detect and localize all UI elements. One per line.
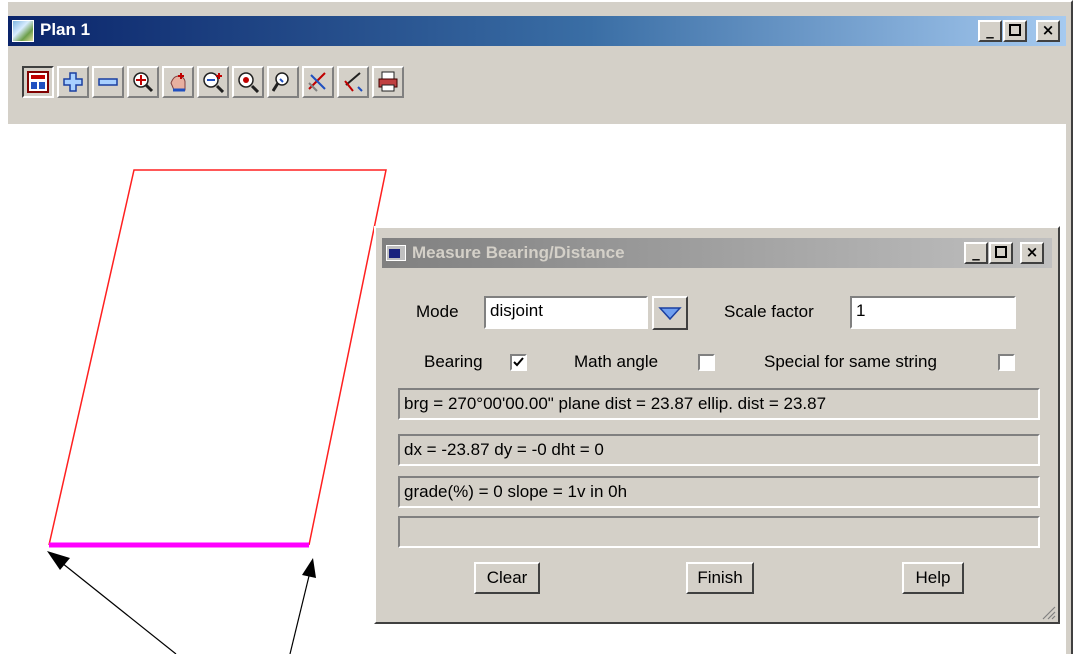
resize-grip-icon[interactable] bbox=[1040, 604, 1056, 620]
mode-select[interactable]: disjoint bbox=[484, 296, 648, 329]
arrowhead-right bbox=[302, 558, 316, 578]
maximize-icon bbox=[995, 246, 1007, 258]
math-angle-label: Math angle bbox=[574, 352, 659, 371]
mode-dropdown-button[interactable] bbox=[652, 296, 688, 330]
grade-readout: grade(%) = 0 slope = 1v in 0h bbox=[398, 476, 1040, 508]
dialog-title: Measure Bearing/Distance bbox=[412, 243, 625, 262]
dialog-icon bbox=[386, 245, 406, 261]
special-same-string-checkbox[interactable] bbox=[998, 354, 1015, 371]
empty-readout bbox=[398, 516, 1040, 548]
bearing-label: Bearing bbox=[424, 352, 483, 371]
chevron-down-icon bbox=[658, 307, 682, 321]
bearing-distance-readout: brg = 270°00'00.00" plane dist = 23.87 e… bbox=[398, 388, 1040, 420]
special-same-string-label: Special for same string bbox=[764, 352, 937, 371]
dialog-minimize-button[interactable]: _ bbox=[964, 242, 988, 264]
clear-button[interactable]: Clear bbox=[474, 562, 540, 594]
dialog-close-button[interactable]: × bbox=[1020, 242, 1044, 264]
mode-label: Mode bbox=[416, 302, 459, 321]
math-angle-checkbox[interactable] bbox=[698, 354, 715, 371]
checkmark-icon bbox=[513, 357, 524, 367]
finish-button[interactable]: Finish bbox=[686, 562, 754, 594]
measure-dialog: Measure Bearing/Distance _ × Mode disjoi… bbox=[374, 226, 1060, 624]
bearing-checkbox[interactable] bbox=[510, 354, 527, 371]
dialog-titlebar[interactable]: Measure Bearing/Distance _ × bbox=[382, 238, 1052, 268]
delta-readout: dx = -23.87 dy = -0 dht = 0 bbox=[398, 434, 1040, 466]
dialog-maximize-button[interactable] bbox=[989, 242, 1013, 264]
scale-factor-input[interactable]: 1 bbox=[850, 296, 1016, 329]
help-button[interactable]: Help bbox=[902, 562, 964, 594]
scale-factor-label: Scale factor bbox=[724, 302, 814, 321]
